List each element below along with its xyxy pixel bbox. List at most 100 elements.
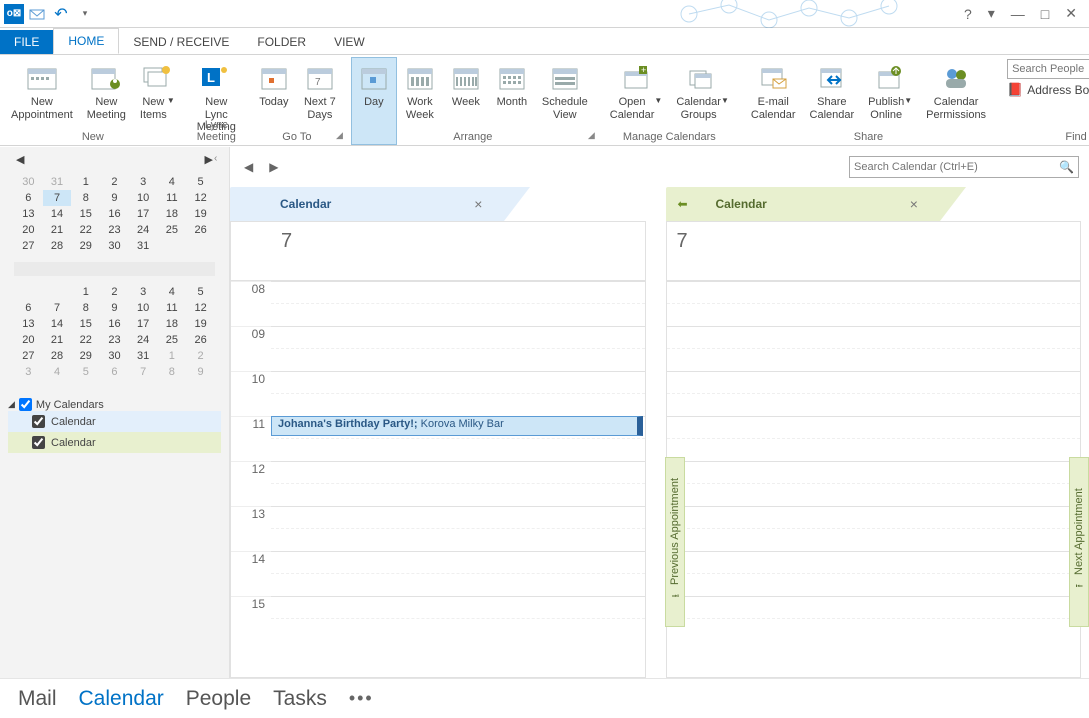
minical-day[interactable]: 10 — [129, 190, 158, 206]
minical-day[interactable]: 25 — [158, 332, 187, 348]
goto-dialog-launcher-icon[interactable]: ◢ — [336, 130, 343, 141]
nav-more-icon[interactable]: ••• — [349, 688, 374, 709]
calendar-list-item[interactable]: Calendar — [8, 411, 221, 432]
minical-day[interactable]: 9 — [100, 300, 129, 316]
minical-day[interactable]: 28 — [43, 238, 72, 254]
tab-file[interactable]: FILE — [0, 30, 53, 54]
minical-day[interactable]: 18 — [158, 316, 187, 332]
next-appointment-flap[interactable]: ⭰Next Appointment — [1069, 457, 1089, 627]
minical-day[interactable] — [14, 284, 43, 300]
minical-day[interactable]: 29 — [71, 348, 100, 364]
minical-day[interactable]: 25 — [158, 222, 187, 238]
minical-day[interactable]: 9 — [100, 190, 129, 206]
minical-day[interactable]: 1 — [71, 174, 100, 190]
minical-day[interactable]: 4 — [158, 284, 187, 300]
qat-sendreceive-icon[interactable] — [26, 3, 48, 25]
minical-day[interactable]: 21 — [43, 222, 72, 238]
nav-mail[interactable]: Mail — [18, 687, 57, 711]
ribbon-display-options-icon[interactable]: ▾ — [982, 3, 1001, 24]
time-slot[interactable] — [667, 506, 1081, 551]
close-button[interactable]: ✕ — [1059, 3, 1083, 24]
nav-calendar[interactable]: Calendar — [79, 687, 164, 711]
maximize-button[interactable]: □ — [1035, 4, 1055, 24]
collapse-nav-icon[interactable]: ‹ — [214, 153, 217, 164]
minical-day[interactable]: 26 — [186, 332, 215, 348]
minical-day[interactable]: 4 — [158, 174, 187, 190]
calendar-list-item[interactable]: Calendar — [8, 432, 221, 453]
minical-day[interactable]: 2 — [186, 348, 215, 364]
minical-day[interactable]: 30 — [100, 238, 129, 254]
minical-day[interactable]: 6 — [14, 190, 43, 206]
allday-row[interactable]: 7 — [666, 221, 1082, 281]
minical-day[interactable]: 26 — [186, 222, 215, 238]
minical-day[interactable]: 11 — [158, 300, 187, 316]
qat-undo-icon[interactable]: ↶ — [50, 3, 72, 25]
minimize-button[interactable]: — — [1005, 4, 1031, 24]
calendar-checkbox[interactable] — [32, 415, 45, 428]
minical-day[interactable]: 8 — [71, 190, 100, 206]
time-slot[interactable] — [271, 281, 645, 326]
address-book-button[interactable]: 📕 Address Book — [1007, 79, 1089, 101]
mini-calendar-2[interactable]: 1234567891011121314151617181920212223242… — [0, 276, 229, 384]
appointment[interactable]: Johanna's Birthday Party!; Korova Milky … — [271, 416, 643, 436]
time-slot[interactable] — [667, 326, 1081, 371]
minical-day[interactable]: 15 — [71, 206, 100, 222]
previous-appointment-flap[interactable]: ⭲Previous Appointment — [665, 457, 685, 627]
minical-day[interactable]: 7 — [43, 190, 72, 206]
minical-day[interactable]: 21 — [43, 332, 72, 348]
calendar-overlay-back-icon[interactable]: ⬅ — [678, 197, 688, 211]
time-slot[interactable] — [271, 371, 645, 416]
minical-day[interactable]: 17 — [129, 206, 158, 222]
minical-day[interactable]: 16 — [100, 316, 129, 332]
calendar-tab[interactable]: Calendar — [666, 187, 940, 221]
minical-day[interactable]: 24 — [129, 222, 158, 238]
minical-day[interactable]: 13 — [14, 206, 43, 222]
time-slot[interactable] — [667, 551, 1081, 596]
search-calendar-box[interactable]: 🔍 — [849, 156, 1079, 178]
minical-day[interactable]: 1 — [71, 284, 100, 300]
minical-day[interactable]: 31 — [43, 174, 72, 190]
minical-day[interactable]: 8 — [71, 300, 100, 316]
time-slot[interactable] — [667, 371, 1081, 416]
calendar-forward-button[interactable]: ▶ — [265, 158, 282, 176]
time-slot[interactable] — [667, 461, 1081, 506]
minical-day[interactable]: 30 — [14, 174, 43, 190]
tab-folder[interactable]: FOLDER — [243, 30, 320, 54]
calendar-tab-close-icon[interactable]: × — [474, 196, 482, 212]
help-icon[interactable]: ? — [958, 4, 978, 24]
qat-customize-icon[interactable]: ▾ — [74, 3, 96, 25]
minical-day[interactable]: 1 — [158, 348, 187, 364]
nav-tasks[interactable]: Tasks — [273, 687, 327, 711]
minical-day[interactable]: 23 — [100, 332, 129, 348]
prev-month-button[interactable]: ◀ — [10, 153, 30, 166]
tab-view[interactable]: VIEW — [320, 30, 379, 54]
minical-day[interactable]: 23 — [100, 222, 129, 238]
minical-day[interactable]: 3 — [129, 284, 158, 300]
minical-day[interactable]: 7 — [129, 364, 158, 380]
minical-day[interactable]: 18 — [158, 206, 187, 222]
minical-day[interactable]: 27 — [14, 238, 43, 254]
search-people-input[interactable] — [1007, 59, 1089, 79]
minical-day[interactable]: 22 — [71, 222, 100, 238]
minical-day[interactable]: 9 — [186, 364, 215, 380]
minical-day[interactable]: 31 — [129, 238, 158, 254]
minical-day[interactable]: 3 — [129, 174, 158, 190]
minical-day[interactable]: 27 — [14, 348, 43, 364]
minical-day[interactable]: 6 — [100, 364, 129, 380]
minical-day[interactable]: 11 — [158, 190, 187, 206]
minical-day[interactable]: 30 — [100, 348, 129, 364]
minical-day[interactable]: 19 — [186, 206, 215, 222]
time-slot[interactable] — [271, 596, 645, 641]
minical-day[interactable]: 17 — [129, 316, 158, 332]
minical-day[interactable]: 15 — [71, 316, 100, 332]
minical-day[interactable]: 22 — [71, 332, 100, 348]
time-slot[interactable] — [667, 416, 1081, 461]
my-calendars-checkbox[interactable] — [19, 398, 32, 411]
minical-day[interactable]: 20 — [14, 332, 43, 348]
search-icon[interactable]: 🔍 — [1059, 160, 1074, 174]
mini-calendar-1[interactable]: 3031123456789101112131415161718192021222… — [0, 166, 229, 258]
minical-day[interactable]: 14 — [43, 206, 72, 222]
time-slot[interactable] — [271, 551, 645, 596]
tab-home[interactable]: HOME — [53, 28, 119, 54]
minical-day[interactable]: 16 — [100, 206, 129, 222]
